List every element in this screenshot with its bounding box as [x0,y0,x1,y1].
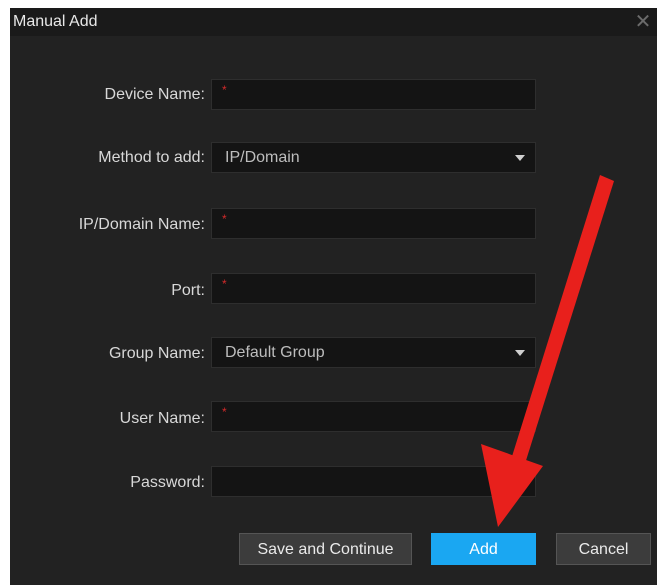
method-to-add-select[interactable]: IP/Domain [211,142,536,173]
group-name-select[interactable]: Default Group [211,337,536,368]
ip-domain-name-label: IP/Domain Name: [78,216,205,233]
cancel-button[interactable]: Cancel [556,533,651,565]
chevron-down-icon [515,350,525,356]
required-mark: * [222,212,227,226]
required-mark: * [222,83,227,97]
port-label: Port: [171,282,205,299]
manual-add-dialog: Manual Add ✕ Device Name: * Method to ad… [10,8,657,585]
close-icon[interactable]: ✕ [633,10,653,32]
device-name-label: Device Name: [104,86,205,103]
add-button[interactable]: Add [431,533,536,565]
port-input[interactable]: * [211,273,536,304]
method-to-add-value: IP/Domain [225,149,300,166]
device-name-input[interactable]: * [211,79,536,110]
required-mark: * [222,277,227,291]
group-name-label: Group Name: [108,345,205,362]
method-to-add-label: Method to add: [98,149,205,166]
user-name-label: User Name: [119,410,205,427]
dialog-title: Manual Add [13,13,98,30]
dialog-titlebar: Manual Add ✕ [10,8,657,36]
password-input[interactable] [211,466,536,497]
chevron-down-icon [515,155,525,161]
save-and-continue-button[interactable]: Save and Continue [239,533,412,565]
group-name-value: Default Group [225,344,325,361]
ip-domain-name-input[interactable]: * [211,208,536,239]
required-mark: * [222,405,227,419]
password-label: Password: [130,474,205,491]
user-name-input[interactable]: * [211,401,536,432]
